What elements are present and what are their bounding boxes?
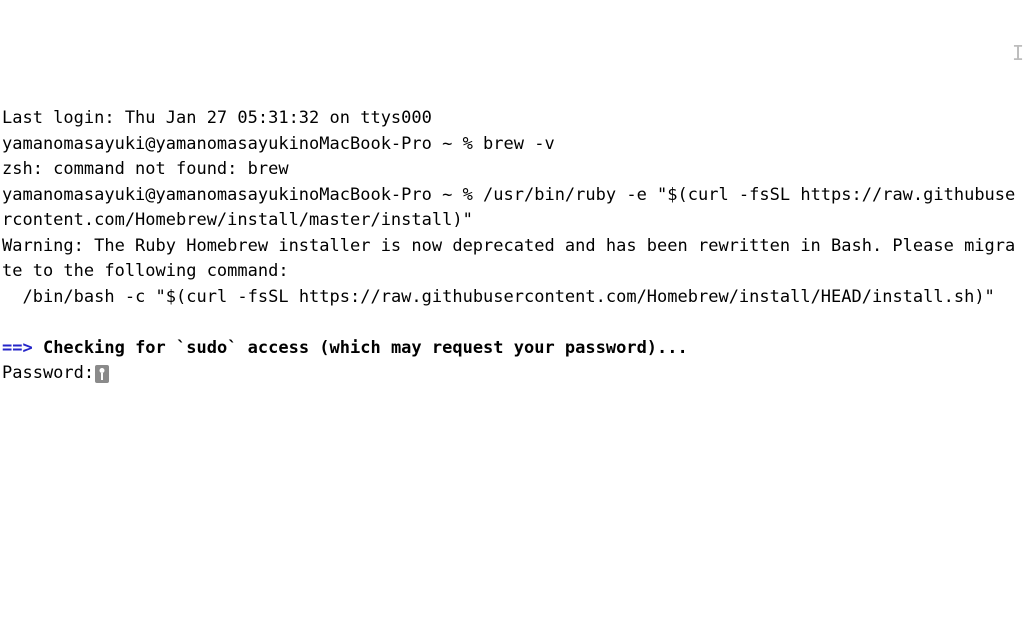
shell-line-2[interactable]: yamanomasayuki@yamanomasayukinoMacBook-P…	[2, 183, 1022, 234]
password-line[interactable]: Password:	[2, 361, 1022, 387]
blank-line	[2, 310, 1022, 336]
shell-error-1: zsh: command not found: brew	[2, 157, 1022, 183]
warning-line-2: /bin/bash -c "$(curl -fsSL https://raw.g…	[2, 285, 1022, 311]
password-label: Password:	[2, 363, 94, 383]
key-icon	[95, 365, 109, 383]
shell-prompt-1: yamanomasayuki@yamanomasayukinoMacBook-P…	[2, 134, 483, 154]
shell-prompt-2: yamanomasayuki@yamanomasayukinoMacBook-P…	[2, 185, 483, 205]
shell-line-1[interactable]: yamanomasayuki@yamanomasayukinoMacBook-P…	[2, 132, 1022, 158]
text-cursor-icon: I	[1012, 38, 1024, 68]
shell-command-1: brew -v	[483, 134, 555, 154]
warning-line-1: Warning: The Ruby Homebrew installer is …	[2, 234, 1022, 285]
sudo-check-line: ==> Checking for `sudo` access (which ma…	[2, 336, 1022, 362]
sudo-check-text: Checking for `sudo` access (which may re…	[33, 338, 688, 358]
arrow-icon: ==>	[2, 338, 33, 358]
last-login-line: Last login: Thu Jan 27 05:31:32 on ttys0…	[2, 106, 1022, 132]
